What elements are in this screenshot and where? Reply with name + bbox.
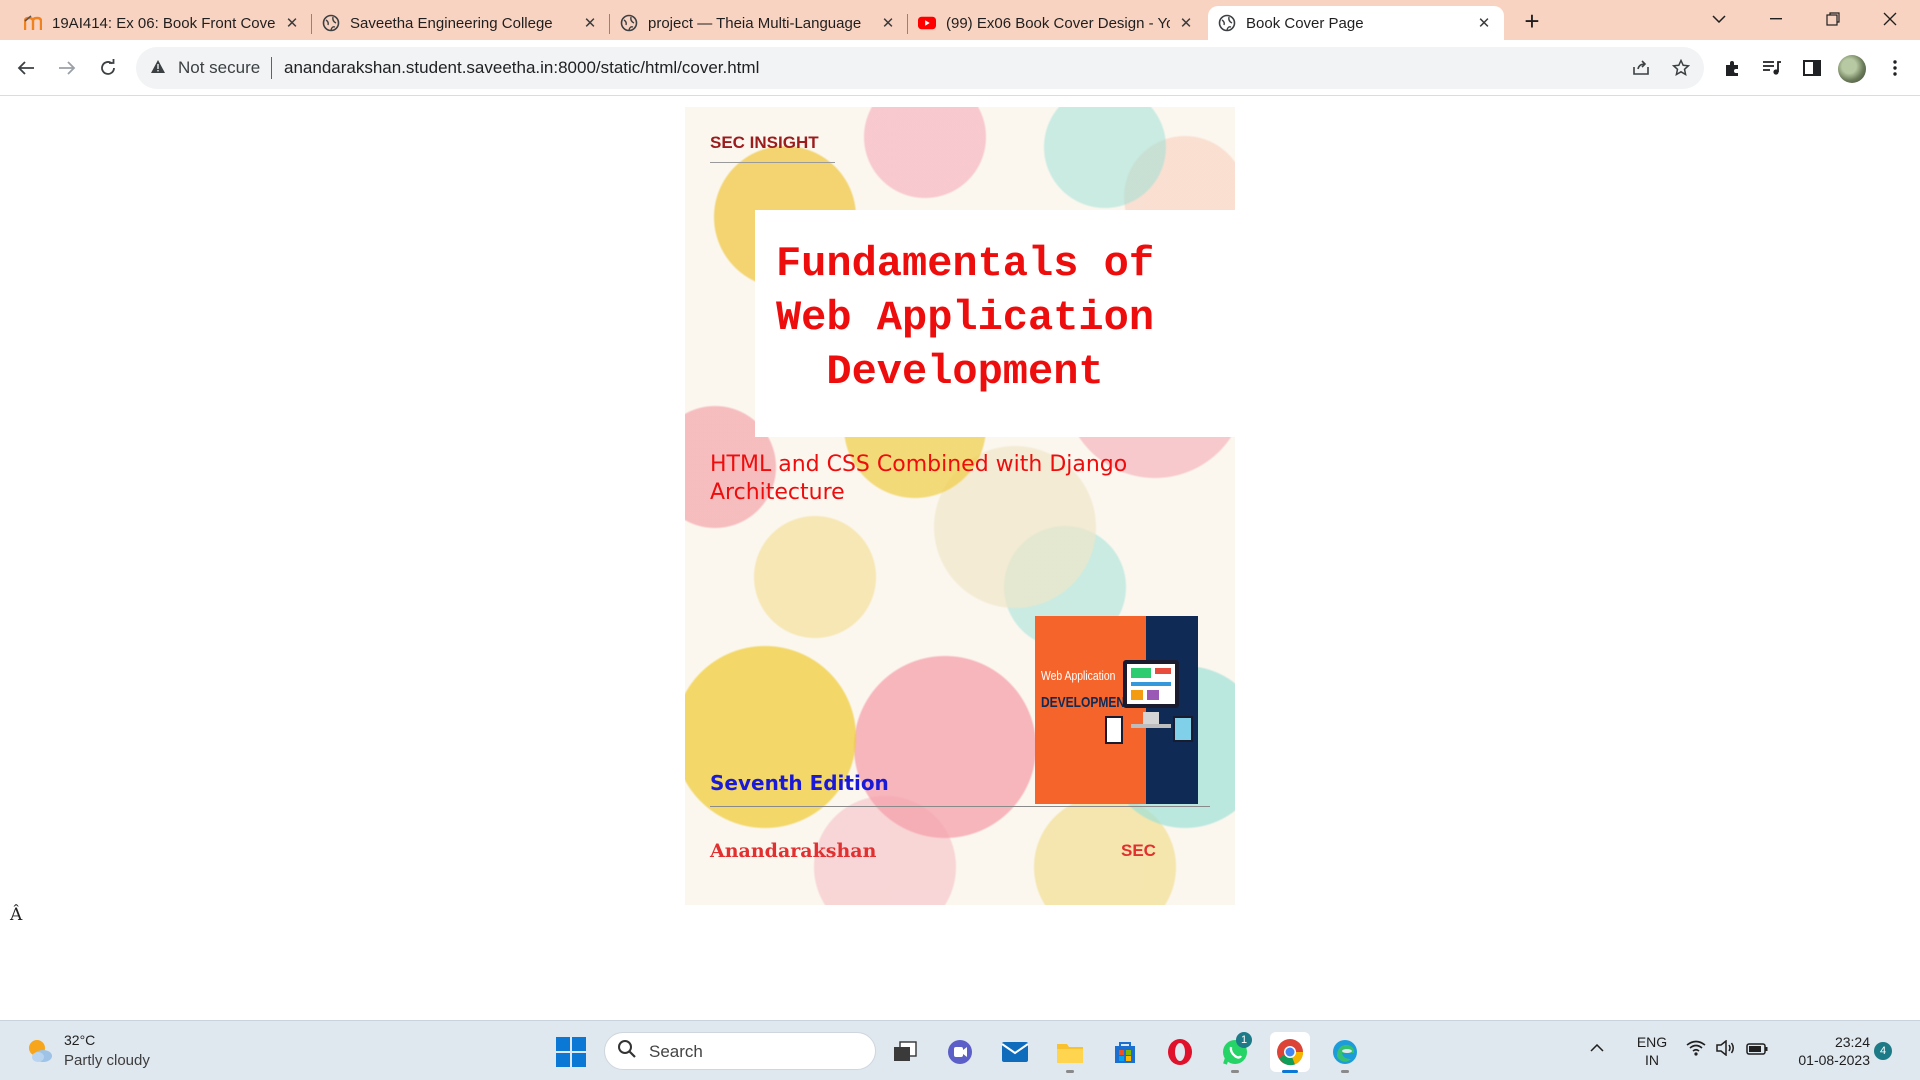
stray-character: Â	[10, 905, 23, 925]
minimize-button[interactable]	[1756, 4, 1796, 34]
running-indicator	[1341, 1070, 1349, 1073]
teams-chat-icon[interactable]	[940, 1032, 980, 1072]
warning-icon[interactable]	[150, 59, 166, 78]
volume-icon[interactable]	[1716, 1039, 1736, 1061]
tab-title: Saveetha Engineering College	[350, 14, 553, 32]
edition-label: Seventh Edition	[710, 771, 889, 795]
tab-title: Book Cover Page	[1246, 14, 1364, 32]
clock-date: 01-08-2023	[1798, 1052, 1870, 1068]
show-hidden-icons-chevron-icon[interactable]	[1590, 1039, 1604, 1057]
tab-title: project — Theia Multi-Language	[648, 14, 862, 32]
close-icon[interactable]: ✕	[1474, 13, 1494, 33]
phone-illustration	[1173, 716, 1193, 742]
tab-search-chevron-icon[interactable]	[1699, 4, 1739, 34]
forward-button[interactable]	[51, 52, 83, 84]
subtitle-line: HTML and CSS Combined with Django	[710, 452, 1128, 477]
running-indicator	[1231, 1070, 1239, 1073]
wifi-icon[interactable]	[1686, 1040, 1706, 1061]
system-clock[interactable]: 23:24 01-08-2023	[1780, 1033, 1870, 1069]
book-title: Fundamentals of Web Application Developm…	[725, 237, 1205, 399]
security-label[interactable]: Not secure	[178, 58, 260, 78]
monitor-base	[1131, 724, 1171, 728]
page-viewport: SEC INSIGHT Fundamentals of Web Applicat…	[0, 97, 1920, 1020]
subtitle-line: Architecture	[710, 480, 845, 505]
title-line: Web Application	[775, 294, 1155, 342]
tab-strip: 19AI414: Ex 06: Book Front Cover ✕ Savee…	[0, 0, 1920, 40]
battery-icon[interactable]	[1746, 1040, 1768, 1060]
tab-moodle[interactable]: 19AI414: Ex 06: Book Front Cover ✕	[14, 6, 312, 40]
task-view-icon[interactable]	[885, 1032, 925, 1072]
close-icon[interactable]: ✕	[1176, 13, 1196, 33]
globe-icon	[1218, 14, 1236, 32]
close-icon[interactable]: ✕	[878, 13, 898, 33]
back-button[interactable]	[10, 52, 42, 84]
title-line: Fundamentals of	[775, 240, 1155, 288]
edge-icon[interactable]	[1325, 1032, 1365, 1073]
thumbnail-text: DEVELOPMENT	[1041, 694, 1133, 711]
globe-icon	[620, 14, 638, 32]
region-code: IN	[1645, 1052, 1659, 1068]
monitor-illustration	[1123, 660, 1179, 708]
side-panel-icon[interactable]	[1797, 53, 1827, 83]
book-cover: SEC INSIGHT Fundamentals of Web Applicat…	[685, 107, 1235, 905]
search-icon	[617, 1039, 637, 1065]
opera-icon[interactable]	[1160, 1032, 1200, 1072]
extensions-icon[interactable]	[1717, 53, 1747, 83]
address-bar[interactable]: Not secure anandarakshan.student.saveeth…	[136, 47, 1704, 89]
brand-label: SEC INSIGHT	[710, 133, 819, 152]
url-text[interactable]: anandarakshan.student.saveetha.in:8000/s…	[284, 58, 759, 78]
moodle-icon	[24, 14, 42, 32]
globe-icon	[322, 14, 340, 32]
author-name: Anandarakshan	[710, 840, 877, 862]
whatsapp-badge: 1	[1236, 1032, 1252, 1048]
edition-divider	[710, 806, 1210, 807]
book-subtitle: HTML and CSS Combined with Django Archit…	[710, 451, 1130, 507]
brand-underline	[710, 162, 835, 163]
tablet-illustration	[1105, 716, 1123, 744]
tab-title: 19AI414: Ex 06: Book Front Cover	[52, 14, 276, 32]
title-line: Development	[826, 348, 1104, 396]
windows-start-icon[interactable]	[556, 1037, 586, 1067]
browser-toolbar: Not secure anandarakshan.student.saveeth…	[0, 40, 1920, 96]
weather-partly-cloudy-icon[interactable]	[26, 1037, 54, 1065]
tab-title: (99) Ex06 Book Cover Design - Yo	[946, 14, 1170, 32]
input-language[interactable]: ENG IN	[1636, 1033, 1668, 1069]
taskbar: 32°C Partly cloudy Search 1 ENG IN 23:24…	[0, 1020, 1920, 1080]
whatsapp-icon[interactable]: 1	[1215, 1032, 1255, 1073]
kebab-menu-icon[interactable]	[1880, 53, 1910, 83]
reload-button[interactable]	[92, 52, 124, 84]
taskbar-search[interactable]: Search	[604, 1032, 876, 1070]
tab-book-cover[interactable]: Book Cover Page ✕	[1208, 6, 1504, 40]
restore-button[interactable]	[1813, 4, 1853, 34]
running-indicator	[1066, 1070, 1074, 1073]
mail-icon[interactable]	[995, 1032, 1035, 1072]
youtube-icon	[918, 14, 936, 32]
profile-avatar[interactable]	[1838, 55, 1866, 83]
running-indicator	[1282, 1070, 1298, 1073]
tab-youtube[interactable]: (99) Ex06 Book Cover Design - Yo ✕	[908, 6, 1206, 40]
publisher-label: SEC	[1121, 841, 1156, 860]
search-placeholder: Search	[649, 1042, 703, 1061]
tab-saveetha[interactable]: Saveetha Engineering College ✕	[312, 6, 610, 40]
tab-theia[interactable]: project — Theia Multi-Language ✕	[610, 6, 908, 40]
bookmark-star-icon[interactable]	[1669, 57, 1693, 79]
new-tab-button[interactable]: +	[1518, 8, 1546, 36]
file-explorer-icon[interactable]	[1050, 1032, 1090, 1073]
web-development-image: Web Application DEVELOPMENT	[1035, 616, 1198, 804]
microsoft-store-icon[interactable]	[1105, 1032, 1145, 1072]
close-window-button[interactable]	[1870, 4, 1910, 34]
chrome-icon[interactable]	[1270, 1032, 1310, 1073]
clock-time: 23:24	[1834, 1034, 1870, 1050]
media-control-icon[interactable]	[1757, 53, 1787, 83]
weather-temperature[interactable]: 32°C	[64, 1032, 95, 1048]
address-divider	[271, 57, 272, 79]
share-icon[interactable]	[1629, 57, 1653, 79]
close-icon[interactable]: ✕	[580, 13, 600, 33]
thumbnail-text: Web Application	[1041, 668, 1116, 683]
notification-badge[interactable]: 4	[1874, 1042, 1892, 1060]
language-code: ENG	[1636, 1034, 1668, 1050]
weather-description[interactable]: Partly cloudy	[64, 1052, 150, 1069]
close-icon[interactable]: ✕	[282, 13, 302, 33]
